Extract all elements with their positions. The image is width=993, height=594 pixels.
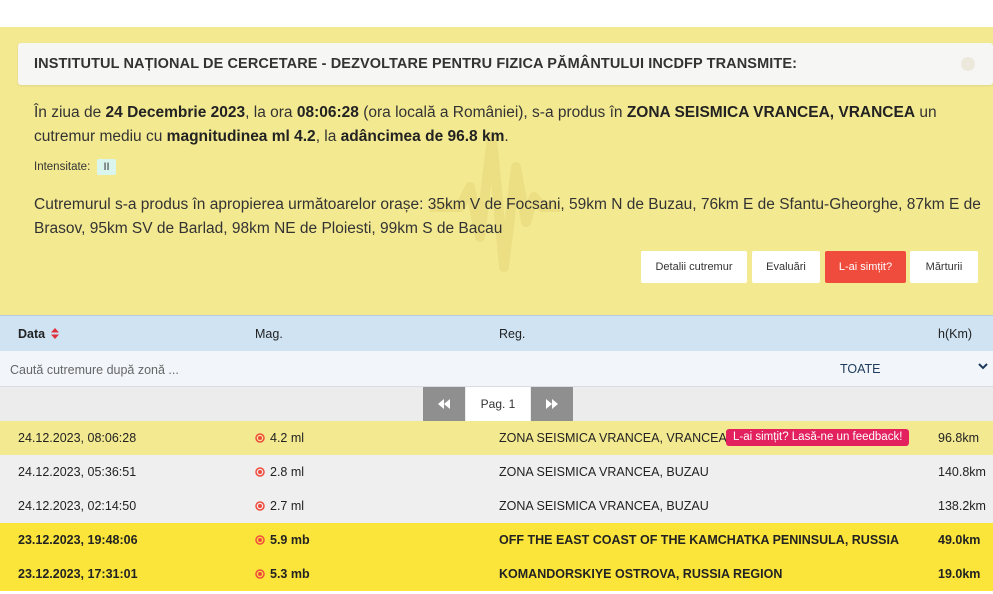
region-filter-select[interactable]: TOATE <box>840 362 881 376</box>
row-depth: 96.8km <box>938 431 979 445</box>
intensity-row: Intensitate: II <box>34 159 116 175</box>
row-mag: 4.2 ml <box>255 431 304 445</box>
desc-text: (ora locală a României), s-a produs în <box>358 104 627 121</box>
desc-text: , la ora <box>245 104 297 121</box>
table-header: Data Mag. Reg. h(Km) <box>0 315 993 351</box>
row-region: ZONA SEISMICA VRANCEA, BUZAU <box>499 499 709 513</box>
event-zone: ZONA SEISMICA VRANCEA, VRANCEA <box>626 104 916 121</box>
row-depth: 49.0km <box>938 533 981 547</box>
row-region: KOMANDORSKIYE OSTROVA, RUSSIA REGION <box>499 567 783 581</box>
row-region: ZONA SEISMICA VRANCEA, VRANCEA <box>499 431 727 445</box>
magnitude-icon <box>255 501 265 511</box>
desc-text: În ziua de <box>34 104 106 121</box>
row-date: 23.12.2023, 17:31:01 <box>18 567 138 581</box>
earthquake-details-button[interactable]: Detalii cutremur <box>641 251 747 283</box>
magnitude-icon <box>255 467 265 477</box>
intensity-label: Intensitate: <box>34 161 91 173</box>
column-region[interactable]: Reg. <box>499 327 525 341</box>
row-mag-value: 2.8 ml <box>270 465 305 479</box>
row-region: OFF THE EAST COAST OF THE KAMCHATKA PENI… <box>499 533 899 547</box>
row-mag-value: 4.2 ml <box>270 431 305 445</box>
desc-text: . <box>504 128 509 145</box>
ratings-button[interactable]: Evaluări <box>752 251 820 283</box>
desc-text: , la <box>315 128 341 145</box>
magnitude-icon <box>255 569 265 579</box>
earthquake-description: În ziua de 24 Decembrie 2023, la ora 08:… <box>34 101 984 149</box>
sort-icon[interactable] <box>50 328 59 339</box>
column-date[interactable]: Data <box>18 327 59 341</box>
top-strip <box>0 0 993 27</box>
search-bar: TOATE <box>0 351 993 388</box>
row-date: 23.12.2023, 19:48:06 <box>18 533 138 547</box>
magnitude-icon <box>255 535 265 545</box>
column-date-label: Data <box>18 327 46 341</box>
nearby-cities-text: Cutremurul s-a produs în apropierea urmă… <box>34 196 981 237</box>
row-region: ZONA SEISMICA VRANCEA, BUZAU <box>499 465 709 479</box>
next-page-button[interactable] <box>531 387 573 421</box>
row-depth: 138.2km <box>938 499 986 513</box>
row-depth: 140.8km <box>938 465 986 479</box>
double-arrow-right-icon <box>546 399 558 409</box>
row-mag: 2.8 ml <box>255 465 304 479</box>
row-mag: 2.7 ml <box>255 499 304 513</box>
event-depth: adâncimea de 96.8 km <box>340 128 505 145</box>
column-depth[interactable]: h(Km) <box>938 327 972 341</box>
feedback-badge[interactable]: L-ai simțit? Lasă-ne un feedback! <box>726 429 910 446</box>
row-date: 24.12.2023, 08:06:28 <box>18 431 137 445</box>
row-depth: 19.0km <box>938 567 981 581</box>
magnitude-icon <box>255 433 265 443</box>
row-mag-value: 2.7 ml <box>270 499 305 513</box>
event-time: 08:06:28 <box>296 104 359 121</box>
search-input[interactable] <box>0 351 792 388</box>
notice-header: INSTITUTUL NAȚIONAL DE CERCETARE - DEZVO… <box>18 43 993 85</box>
header-decor-icon <box>961 57 975 71</box>
event-date: 24 Decembrie 2023 <box>105 104 246 121</box>
notice-header-title: INSTITUTUL NAȚIONAL DE CERCETARE - DEZVO… <box>34 56 798 72</box>
felt-it-button[interactable]: L-ai simțit? <box>825 251 906 283</box>
row-mag-value: 5.3 mb <box>270 567 310 581</box>
table-row[interactable]: 23.12.2023, 19:48:06 5.9 mb OFF THE EAST… <box>0 523 993 557</box>
event-magnitude: magnitudinea ml 4.2 <box>166 128 316 145</box>
table-row[interactable]: 23.12.2023, 17:31:01 5.3 mb KOMANDORSKIY… <box>0 557 993 591</box>
chevron-down-icon[interactable] <box>977 359 989 373</box>
earthquake-notice-panel: INSTITUTUL NAȚIONAL DE CERCETARE - DEZVO… <box>0 27 993 315</box>
row-mag: 5.9 mb <box>255 533 310 547</box>
testimonies-button[interactable]: Mărturii <box>910 251 978 283</box>
table-row[interactable]: 24.12.2023, 02:14:50 2.7 ml ZONA SEISMIC… <box>0 489 993 523</box>
previous-page-button[interactable] <box>423 387 465 421</box>
row-date: 24.12.2023, 05:36:51 <box>18 465 137 479</box>
table-row[interactable]: 24.12.2023, 05:36:51 2.8 ml ZONA SEISMIC… <box>0 455 993 489</box>
row-date: 24.12.2023, 02:14:50 <box>18 499 137 513</box>
double-arrow-left-icon <box>438 399 450 409</box>
table-row[interactable]: 24.12.2023, 08:06:28 4.2 ml ZONA SEISMIC… <box>0 421 993 455</box>
current-page-label: Pag. 1 <box>466 387 530 421</box>
row-mag: 5.3 mb <box>255 567 310 581</box>
column-mag[interactable]: Mag. <box>255 327 283 341</box>
pagination: Pag. 1 <box>0 387 993 421</box>
row-mag-value: 5.9 mb <box>270 533 310 547</box>
intensity-badge: II <box>97 159 116 175</box>
